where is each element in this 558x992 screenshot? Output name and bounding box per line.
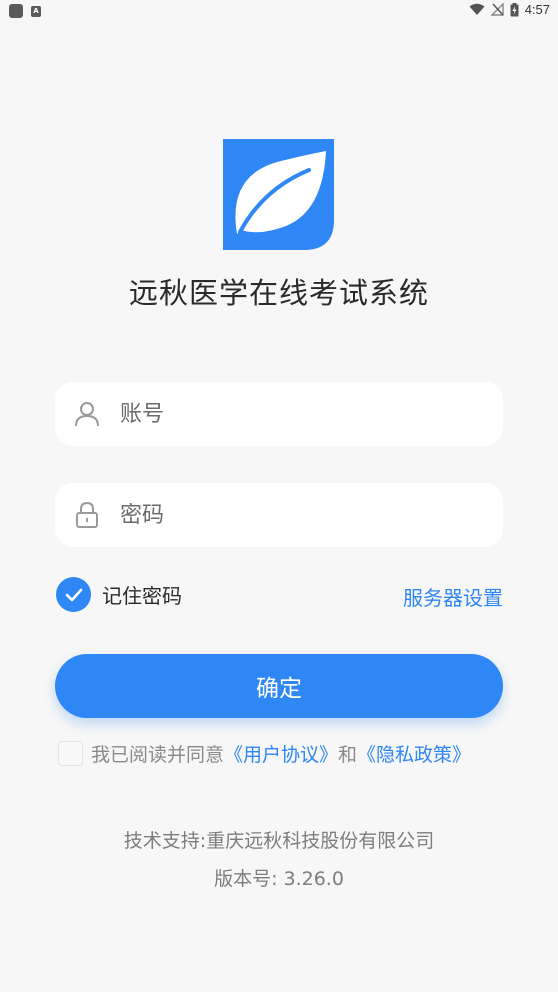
- login-screen: A 4:57 远秋医学在线考试系统 账号 记住密码 服务器设置 确定 我已阅读并…: [0, 0, 558, 992]
- support-text: 技术支持:重庆远秋科技股份有限公司: [123, 830, 435, 852]
- password-input[interactable]: [120, 502, 480, 528]
- agreement-row: 我已阅读并同意《用户协议》和《隐私政策》: [58, 740, 471, 767]
- confirm-button[interactable]: 确定: [55, 654, 503, 718]
- account-field[interactable]: [55, 382, 503, 446]
- lock-icon: [72, 500, 102, 530]
- a-badge-icon: A: [31, 5, 41, 17]
- status-right: 4:57: [469, 2, 550, 17]
- battery-charging-icon: [510, 2, 519, 16]
- password-field[interactable]: [55, 483, 503, 547]
- clock: 4:57: [524, 2, 550, 17]
- agreement-checkbox[interactable]: [58, 741, 83, 766]
- leaf-icon: [223, 139, 334, 250]
- account-input[interactable]: [120, 401, 480, 427]
- no-signal-icon: [490, 3, 504, 16]
- version-text: 版本号: 3.26.0: [214, 868, 344, 890]
- status-bar: A 4:57: [0, 0, 558, 24]
- status-left: A: [9, 4, 41, 18]
- remember-checkbox[interactable]: [56, 577, 91, 612]
- wifi-icon: [469, 3, 485, 15]
- agreement-text: 我已阅读并同意《用户协议》和《隐私政策》: [91, 740, 471, 767]
- privacy-policy-link[interactable]: 《隐私政策》: [357, 744, 471, 766]
- remember-password[interactable]: 记住密码: [56, 577, 182, 612]
- remember-label: 记住密码: [102, 584, 182, 608]
- app-title: 远秋医学在线考试系统: [128, 276, 429, 310]
- agreement-prefix: 我已阅读并同意: [91, 744, 225, 766]
- checkmark-icon: [65, 588, 82, 601]
- user-agreement-link[interactable]: 《用户协议》: [224, 744, 338, 766]
- app-square-icon: [9, 4, 23, 18]
- user-icon: [72, 399, 102, 429]
- agreement-conjunction: 和: [338, 744, 358, 766]
- server-settings-link[interactable]: 服务器设置: [403, 582, 503, 611]
